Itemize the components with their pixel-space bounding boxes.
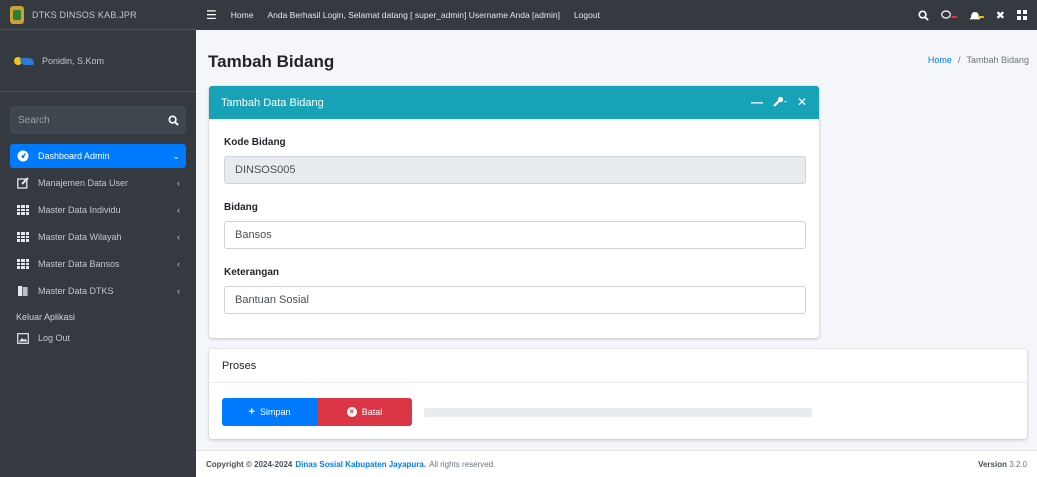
- card-tools: — ✕: [751, 95, 807, 110]
- chevron-left-icon: ‹: [177, 178, 180, 188]
- content-wrapper: Tambah Bidang Home / Tambah Bidang Tambah …: [196, 30, 1037, 477]
- sidebar-item-label: Master Data Wilayah: [38, 232, 122, 242]
- breadcrumb-home-link[interactable]: Home: [928, 55, 952, 65]
- sidebar-search: [10, 106, 186, 134]
- main-footer: Copyright © 2024-2024 Dinas Sosial Kabup…: [196, 450, 1037, 477]
- control-sidebar-icon[interactable]: [1017, 10, 1027, 20]
- save-button[interactable]: + Simpan: [222, 398, 317, 426]
- wrench-icon[interactable]: [773, 95, 787, 110]
- footer-rights: All rights reserved.: [429, 459, 496, 469]
- sidebar-item-master-data-dtks[interactable]: Master Data DTKS ‹: [10, 279, 186, 303]
- table-icon: [16, 204, 30, 216]
- collapse-icon[interactable]: —: [751, 95, 763, 110]
- chevron-left-icon: ‹: [177, 259, 180, 269]
- plus-icon: +: [248, 406, 255, 418]
- sidebar-item-master-data-individu[interactable]: Master Data Individu ‹: [10, 198, 186, 222]
- sidebar-item-label: Log Out: [38, 333, 71, 343]
- user-panel[interactable]: Ponidin, S.Kom: [0, 30, 196, 92]
- sidebar-item-label: Dashboard Admin: [38, 151, 110, 161]
- proses-title: Proses: [209, 349, 1027, 383]
- main-sidebar: DTKS DINSOS KAB.JPR Ponidin, S.Kom Dashb…: [0, 0, 196, 477]
- tambah-data-bidang-card: Tambah Data Bidang — ✕ Kode Bidang Bidan…: [209, 86, 819, 338]
- comments-icon[interactable]: [940, 10, 957, 20]
- chevron-left-icon: ‹: [177, 232, 180, 242]
- welcome-text: Anda Berhasil Login, Selamat datang [ su…: [267, 10, 560, 20]
- footer-version-label: Version: [978, 459, 1007, 469]
- close-icon[interactable]: ✕: [797, 95, 807, 110]
- save-button-label: Simpan: [259, 407, 291, 417]
- cancel-button-label: Batal: [361, 407, 383, 417]
- keterangan-label: Keterangan: [224, 267, 280, 278]
- bell-icon[interactable]: [969, 10, 984, 21]
- messages-badge: [950, 16, 957, 18]
- search-icon[interactable]: [160, 106, 186, 134]
- table-icon: [16, 258, 30, 270]
- brand-logo: [10, 5, 24, 24]
- nav-logout-link[interactable]: Logout: [574, 10, 600, 20]
- times-circle-icon: ×: [346, 407, 357, 417]
- brand-link[interactable]: DTKS DINSOS KAB.JPR: [0, 0, 196, 30]
- sidebar-item-label: Manajemen Data User: [38, 178, 129, 188]
- nav-home-link[interactable]: Home: [231, 10, 254, 20]
- footer-version: Version 3.2.0: [978, 460, 1027, 469]
- breadcrumb-current: Tambah Bidang: [966, 55, 1029, 65]
- footer-copyright: Copyright © 2024-2024: [206, 459, 293, 469]
- sidebar-item-manajemen-data-user[interactable]: Manajemen Data User ‹: [10, 171, 186, 195]
- breadcrumb-separator: /: [957, 55, 961, 65]
- bidang-label: Bidang: [224, 202, 258, 213]
- search-input[interactable]: [10, 106, 160, 134]
- main-header: ☰ Home Anda Berhasil Login, Selamat data…: [196, 0, 1037, 30]
- sidebar-section-header: Keluar Aplikasi: [16, 312, 76, 322]
- sidebar-nav: Dashboard Admin ⌄ Manajemen Data User ‹ …: [0, 144, 196, 350]
- edit-icon: [16, 177, 30, 189]
- chevron-down-icon: ⌄: [172, 150, 180, 161]
- fullscreen-icon[interactable]: ✖: [996, 9, 1005, 22]
- card-title: Tambah Data Bidang: [221, 96, 324, 109]
- menu-toggle-icon[interactable]: ☰: [206, 8, 217, 22]
- card-body: Kode Bidang Bidang Keterangan: [209, 137, 819, 314]
- chevron-left-icon: ‹: [177, 286, 180, 296]
- user-name: Ponidin, S.Kom: [42, 55, 105, 66]
- sidebar-item-dashboard-admin[interactable]: Dashboard Admin ⌄: [10, 144, 186, 168]
- progress-bar: [424, 408, 812, 417]
- sidebar-item-label: Master Data Bansos: [38, 259, 120, 269]
- footer-version-number: 3.2.0: [1009, 459, 1027, 469]
- dashboard-icon: [16, 150, 30, 162]
- kode-bidang-field[interactable]: [224, 156, 806, 184]
- avatar: [14, 54, 36, 68]
- sidebar-item-master-data-wilayah[interactable]: Master Data Wilayah ‹: [10, 225, 186, 249]
- sidebar-item-label: Master Data DTKS: [38, 286, 114, 296]
- sidebar-item-label: Master Data Individu: [38, 205, 121, 215]
- sidebar-item-logout[interactable]: Log Out: [10, 326, 186, 350]
- notifications-badge: [977, 16, 984, 18]
- footer-org-link[interactable]: Dinas Sosial Kabupaten Jayapura.: [295, 460, 426, 469]
- proses-card: Proses + Simpan × Batal: [209, 349, 1027, 439]
- breadcrumb: Home / Tambah Bidang: [928, 55, 1029, 65]
- sidebar-item-master-data-bansos[interactable]: Master Data Bansos ‹: [10, 252, 186, 276]
- brand-text: DTKS DINSOS KAB.JPR: [32, 9, 137, 20]
- bidang-field[interactable]: [224, 221, 806, 249]
- search-icon[interactable]: [918, 9, 929, 21]
- kode-bidang-label: Kode Bidang: [224, 137, 286, 148]
- cancel-button[interactable]: × Batal: [317, 398, 412, 426]
- navbar-right: ✖: [918, 9, 1027, 22]
- page-title: Tambah Bidang: [208, 52, 335, 71]
- chevron-left-icon: ‹: [177, 205, 180, 215]
- image-icon: [16, 332, 30, 344]
- keterangan-field[interactable]: [224, 286, 806, 314]
- card-header: Tambah Data Bidang — ✕: [209, 86, 819, 119]
- book-icon: [16, 285, 30, 297]
- table-icon: [16, 231, 30, 243]
